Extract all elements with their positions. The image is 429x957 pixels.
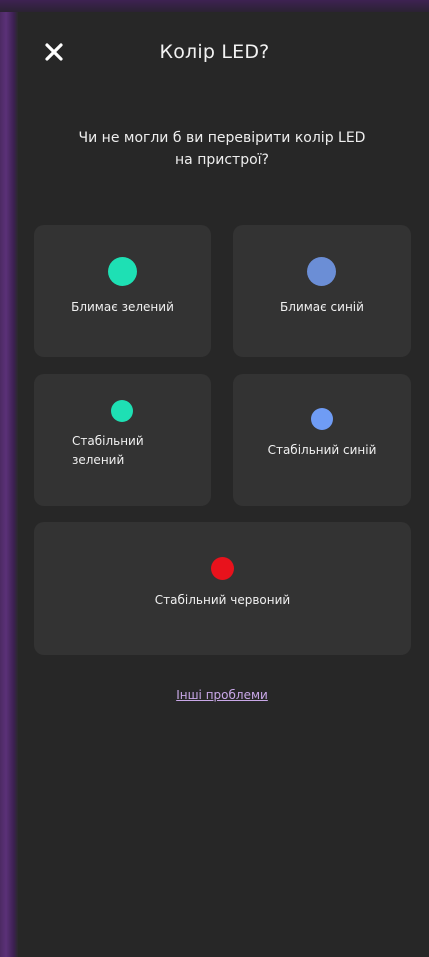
led-dot-blue-icon: [307, 257, 336, 286]
option-blinking-green[interactable]: Блимає зелений: [34, 225, 211, 357]
led-dot-blue-icon: [311, 408, 333, 430]
option-label: Блимає синій: [280, 300, 364, 314]
option-label: Блимає зелений: [71, 300, 174, 314]
option-label: Стабільний червоний: [154, 593, 291, 607]
option-steady-green[interactable]: Стабільний зелений: [34, 374, 211, 506]
led-dot-green-icon: [108, 257, 137, 286]
page-title: Колір LED?: [159, 41, 270, 63]
led-dot-green-icon: [111, 400, 133, 422]
option-blinking-blue[interactable]: Блимає синій: [233, 225, 411, 357]
device-top-edge: [0, 0, 429, 12]
other-problems-link[interactable]: Інші проблеми: [0, 688, 429, 702]
question-text: Чи не могли б ви перевірити колір LED на…: [78, 130, 366, 168]
option-steady-blue[interactable]: Стабільний синій: [233, 374, 411, 506]
option-label: Стабільний зелений: [72, 434, 144, 467]
led-dot-red-icon: [211, 557, 234, 580]
option-label: Стабільний синій: [267, 443, 377, 457]
option-steady-red[interactable]: Стабільний червоний: [34, 522, 411, 655]
